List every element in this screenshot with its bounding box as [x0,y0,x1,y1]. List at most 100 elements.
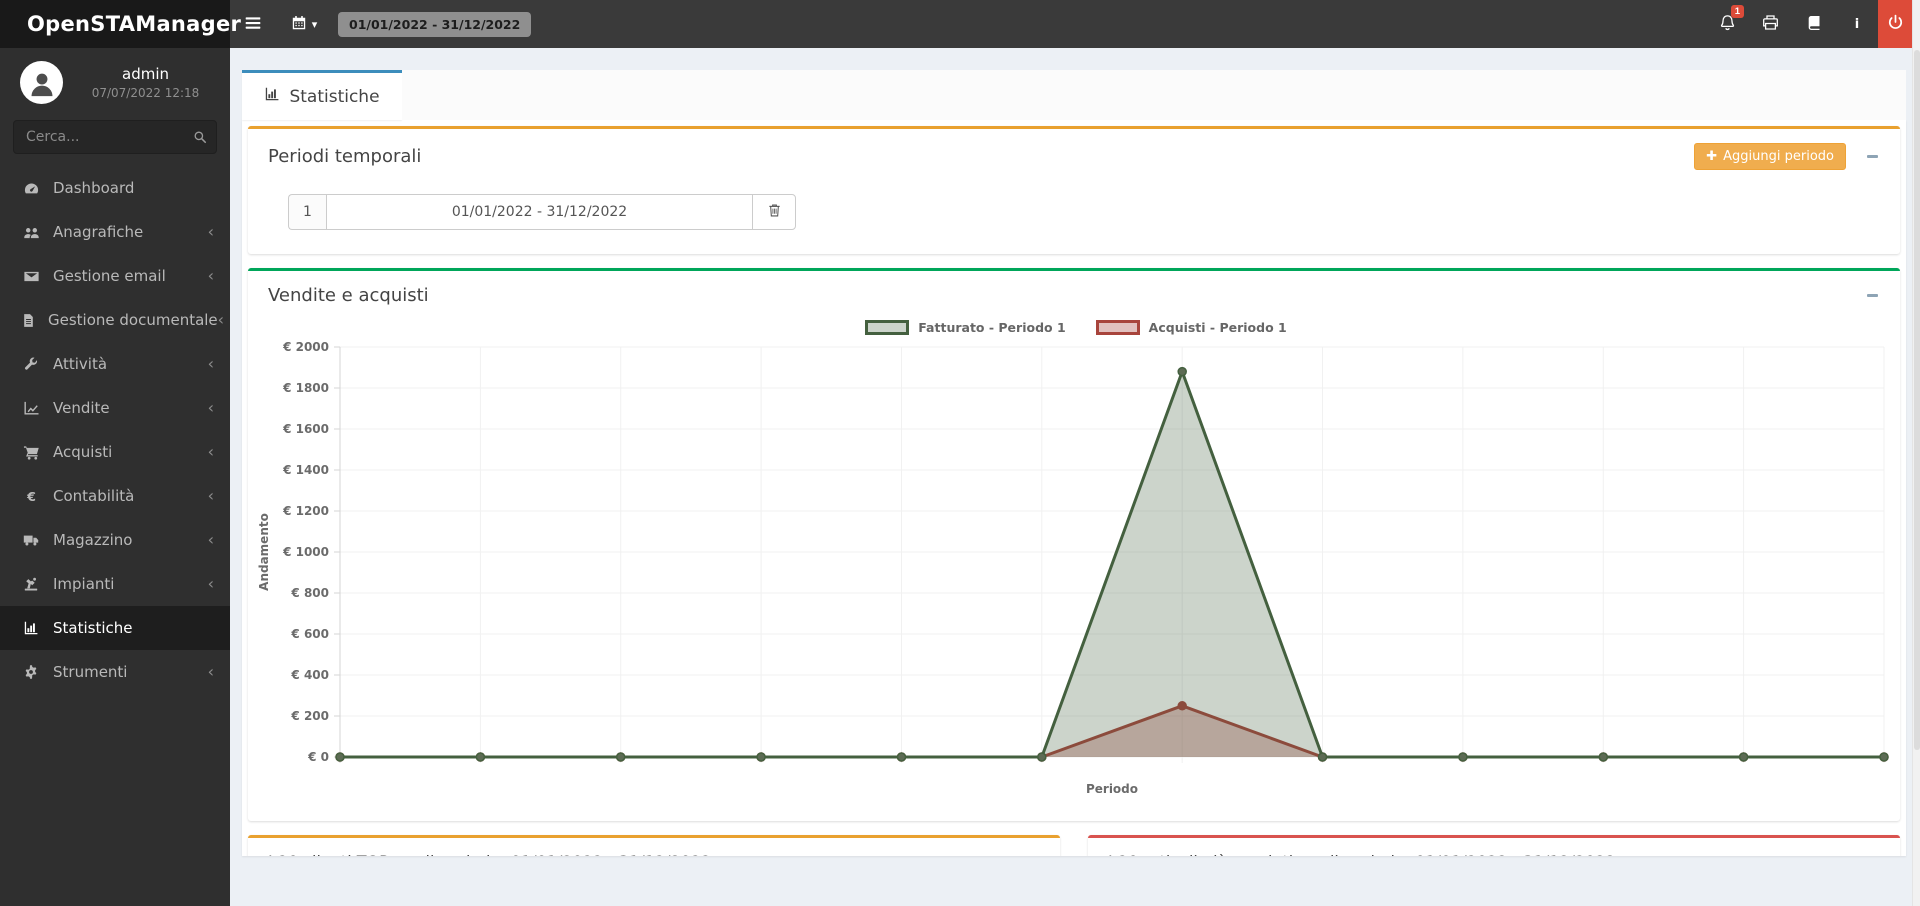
top-clients-header: I 20 clienti TOP per il periodo: 01/01/2… [248,838,1060,856]
calendar-icon [291,15,307,34]
chevron-left-icon: ‹ [218,312,224,328]
sidebar-item-gestione-email[interactable]: Gestione email‹ [0,254,230,298]
topbar-actions: 1 i [1706,0,1912,48]
sidebar-item-statistiche[interactable]: Statistiche [0,606,230,650]
sidebar-item-magazzino[interactable]: Magazzino‹ [0,518,230,562]
sidebar-item-vendite[interactable]: Vendite‹ [0,386,230,430]
periods-panel-header: Periodi temporali ✚ Aggiungi periodo [248,129,1900,182]
collapse-top-clients-button[interactable] [1024,854,1040,857]
sidebar: admin 07/07/2022 12:18 DashboardAnagrafi… [0,48,230,906]
print-button[interactable] [1749,0,1792,48]
tab-statistiche[interactable]: Statistiche [242,70,402,120]
avatar [20,61,63,104]
bar-chart-icon [21,620,41,636]
sales-panel-header: Vendite e acquisti [248,271,1900,318]
legend-label: Acquisti - Periodo 1 [1149,320,1287,335]
bar-chart-icon [264,86,280,107]
sales-chart: € 0€ 200€ 400€ 600€ 800€ 1000€ 1200€ 140… [252,339,1890,801]
svg-text:Periodo: Periodo [1086,782,1138,796]
sales-panel: Vendite e acquisti Fatturato - Periodo 1… [248,268,1900,821]
periods-body: 1 [248,182,1900,254]
sidebar-search [13,120,217,154]
bottom-row: I 20 clienti TOP per il periodo: 01/01/2… [248,835,1900,856]
chevron-left-icon: ‹ [208,576,214,592]
svg-text:€: € [26,489,36,504]
sidebar-menu: DashboardAnagrafiche‹Gestione email‹Gest… [0,166,230,694]
chevron-left-icon: ‹ [208,444,214,460]
sidebar-item-label: Acquisti [53,443,208,461]
add-period-button[interactable]: ✚ Aggiungi periodo [1694,143,1846,170]
svg-text:€ 600: € 600 [290,627,329,641]
euro-icon: € [21,489,41,504]
legend-swatch [1096,320,1140,335]
gear-icon [21,664,41,680]
chart-line-icon [21,400,41,417]
top-articles-title: I 20 articoli più venduti per il periodo… [1108,852,1846,856]
date-range-chip[interactable]: 01/01/2022 - 31/12/2022 [338,12,531,37]
collapse-sales-button[interactable] [1864,288,1880,304]
logout-button[interactable] [1878,0,1912,48]
collapse-periods-button[interactable] [1864,149,1880,165]
legend-item[interactable]: Fatturato - Periodo 1 [865,320,1065,335]
legend-item[interactable]: Acquisti - Periodo 1 [1096,320,1287,335]
tab-content: Periodi temporali ✚ Aggiungi periodo 1 V… [242,120,1906,856]
svg-text:€ 2000: € 2000 [282,340,329,354]
info-button[interactable]: i [1835,0,1878,48]
power-icon [1887,14,1904,34]
tachometer-icon [21,180,41,197]
sidebar-item-dashboard[interactable]: Dashboard [0,166,230,210]
svg-text:€ 800: € 800 [290,586,329,600]
sidebar-item-label: Magazzino [53,531,208,549]
caret-down-icon [312,18,318,31]
chart-legend: Fatturato - Periodo 1 Acquisti - Periodo … [252,318,1900,339]
sidebar-item-label: Statistiche [53,619,214,637]
document-icon [21,313,36,328]
envelope-icon [21,268,41,285]
svg-text:€ 1800: € 1800 [282,381,329,395]
sales-panel-title: Vendite e acquisti [268,285,1846,306]
printer-icon [1762,14,1779,34]
sidebar-item-label: Vendite [53,399,208,417]
scrollbar-thumb[interactable] [1914,50,1920,750]
svg-text:Andamento: Andamento [257,513,271,591]
page-scrollbar[interactable] [1912,0,1920,906]
notifications-button[interactable]: 1 [1706,0,1749,48]
collapse-top-articles-button[interactable] [1864,854,1880,857]
legend-swatch [865,320,909,335]
sidebar-item-label: Strumenti [53,663,208,681]
legend-label: Fatturato - Periodo 1 [918,320,1065,335]
top-articles-header: I 20 articoli più venduti per il periodo… [1088,838,1900,856]
chart-body: Fatturato - Periodo 1 Acquisti - Periodo … [248,318,1900,821]
svg-text:€ 1200: € 1200 [282,504,329,518]
period-index: 1 [288,194,326,230]
docs-button[interactable] [1792,0,1835,48]
cart-icon [21,444,41,461]
top-articles-panel: I 20 articoli più venduti per il periodo… [1088,835,1900,856]
sidebar-item-gestione-documentale[interactable]: Gestione documentale‹ [0,298,230,342]
periods-panel-title: Periodi temporali [268,146,1694,167]
sidebar-item-anagrafiche[interactable]: Anagrafiche‹ [0,210,230,254]
svg-text:€ 1000: € 1000 [282,545,329,559]
calendar-dropdown-button[interactable] [282,0,326,48]
sidebar-item-strumenti[interactable]: Strumenti‹ [0,650,230,694]
add-period-label: Aggiungi periodo [1723,149,1834,164]
plus-icon: ✚ [1706,149,1717,164]
sidebar-item-contabilità[interactable]: € Contabilità‹ [0,474,230,518]
svg-text:€ 1400: € 1400 [282,463,329,477]
svg-text:€ 1600: € 1600 [282,422,329,436]
chevron-left-icon: ‹ [208,664,214,680]
periods-panel: Periodi temporali ✚ Aggiungi periodo 1 [248,126,1900,254]
chevron-left-icon: ‹ [208,488,214,504]
svg-text:€ 0: € 0 [307,750,329,764]
sidebar-item-label: Contabilità [53,487,208,505]
sidebar-item-impianti[interactable]: Impianti‹ [0,562,230,606]
sidebar-item-acquisti[interactable]: Acquisti‹ [0,430,230,474]
svg-text:i: i [1854,17,1858,31]
delete-period-button[interactable] [752,194,796,230]
sidebar-toggle-button[interactable] [230,0,276,48]
period-range-input[interactable] [326,194,753,230]
hamburger-icon [244,14,262,35]
sidebar-item-attività[interactable]: Attività‹ [0,342,230,386]
search-input[interactable] [13,120,217,154]
search-icon[interactable] [193,129,207,148]
